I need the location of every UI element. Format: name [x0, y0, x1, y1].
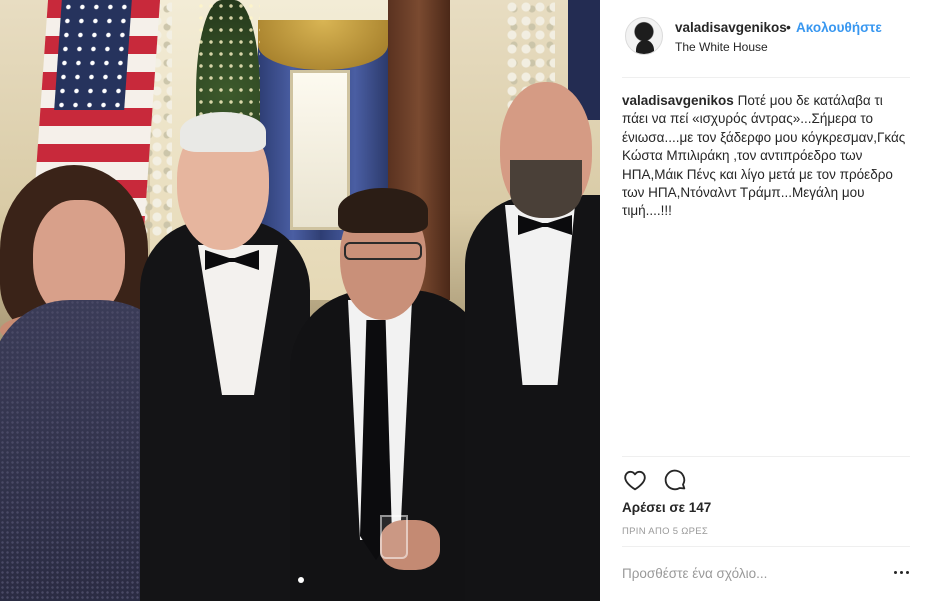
photo-flag-canton: [54, 0, 132, 110]
photo-person-3-glasses: [344, 242, 422, 260]
speech-bubble-icon[interactable]: [662, 467, 688, 493]
author-username[interactable]: valadisavgenikos: [675, 20, 787, 35]
ellipsis-icon[interactable]: [894, 566, 912, 580]
photo-valance: [258, 20, 388, 70]
photo-person-2-hair: [180, 112, 266, 152]
likes-count[interactable]: Αρέσει σε 147: [622, 500, 711, 515]
follow-button[interactable]: Ακολουθήστε: [796, 20, 882, 35]
header-divider: [622, 77, 910, 78]
photo-person-4-beard: [510, 160, 582, 218]
carousel-indicator-dot[interactable]: [298, 577, 304, 583]
post-timestamp[interactable]: ΠΡΙΝ ΑΠΟ 5 ΩΡΕΣ: [622, 526, 708, 537]
photo-person-3-hair: [338, 188, 428, 233]
post-photo[interactable]: [0, 0, 600, 601]
header-separator-dot: •: [786, 19, 791, 35]
comment-input[interactable]: [622, 564, 872, 582]
photo-wine-glass: [380, 515, 408, 559]
actions-divider: [622, 456, 910, 457]
avatar[interactable]: [625, 17, 663, 55]
post-actions: [622, 467, 722, 493]
caption-username[interactable]: valadisavgenikos: [622, 93, 734, 108]
post-header: valadisavgenikos • Ακολουθήστε The White…: [600, 0, 933, 78]
caption-text: Ποτέ μου δε κατάλαβα τι πάει να πεί «ισχ…: [622, 93, 906, 219]
post-side-panel: valadisavgenikos • Ακολουθήστε The White…: [600, 0, 933, 601]
comment-divider: [622, 546, 910, 547]
location-link[interactable]: The White House: [675, 40, 768, 54]
heart-icon[interactable]: [622, 467, 648, 493]
post-caption: valadisavgenikos Ποτέ μου δε κατάλαβα τι…: [622, 92, 912, 221]
